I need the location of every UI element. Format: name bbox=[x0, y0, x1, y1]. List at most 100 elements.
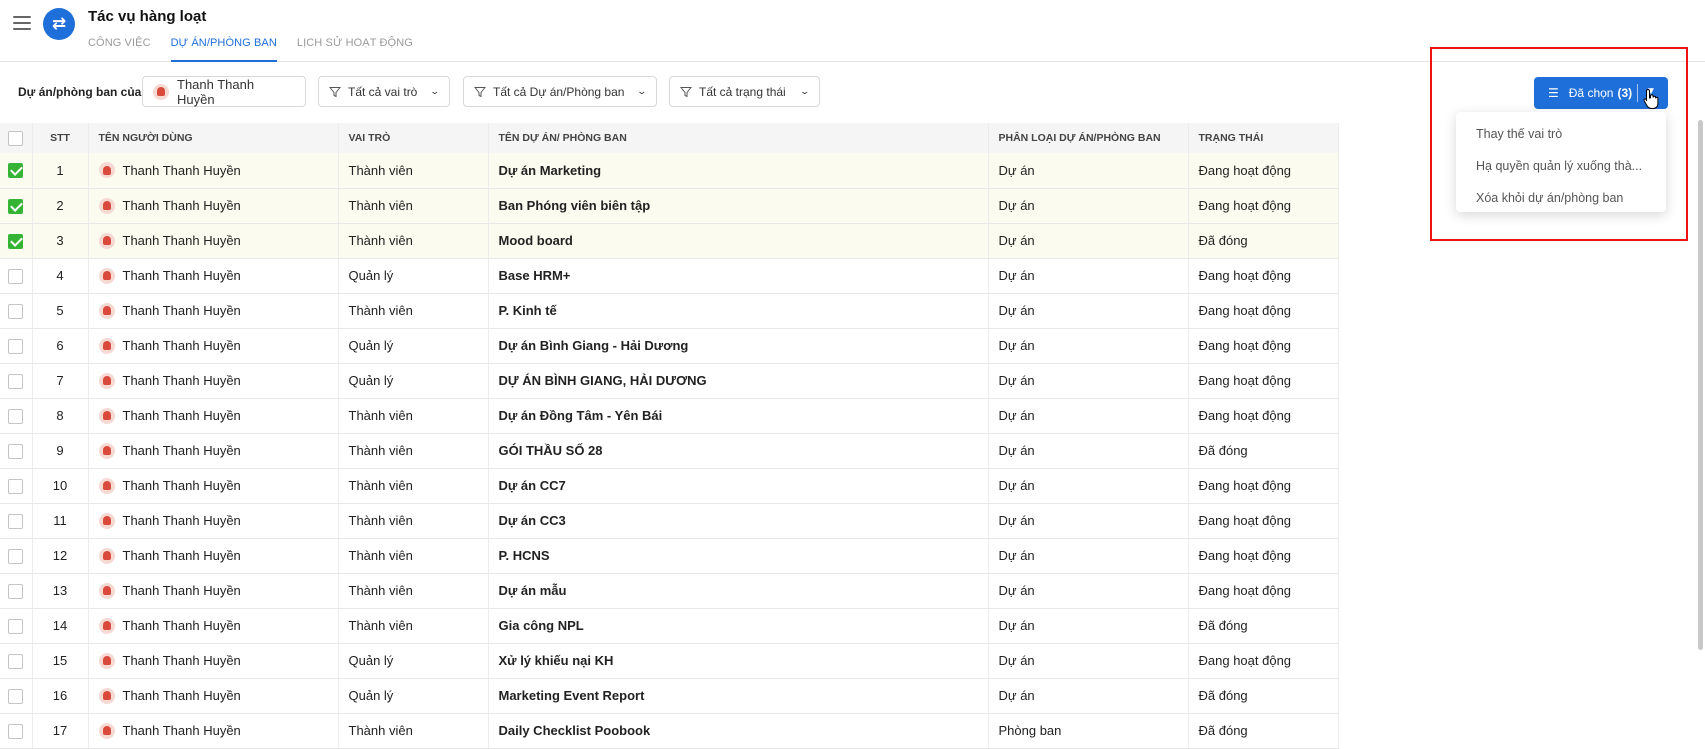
app-header: ⇄ Tác vụ hàng loạt CÔNG VIỆC DỰ ÁN/PHÒNG… bbox=[0, 0, 1705, 62]
cell-stt: 1 bbox=[32, 153, 89, 189]
role-filter-dropdown[interactable]: Tất cả vai trò ⌄ bbox=[318, 76, 450, 107]
row-checkbox[interactable] bbox=[8, 373, 24, 389]
cell-user: Thanh Thanh Huyền bbox=[88, 713, 339, 749]
user-filter[interactable]: Thanh Thanh Huyền bbox=[142, 76, 306, 107]
page-title: Tác vụ hàng loạt bbox=[88, 8, 207, 25]
tab-activity-history[interactable]: LỊCH SỬ HOẠT ĐỘNG bbox=[297, 37, 413, 62]
cell-type: Dự án bbox=[988, 433, 1189, 469]
cell-type: Dự án bbox=[988, 398, 1189, 434]
table-row[interactable]: 14 Thanh Thanh Huyền Thành viên Gia công NP… bbox=[0, 608, 1339, 644]
row-checkbox-cell[interactable] bbox=[0, 538, 33, 574]
cell-status: Đang hoạt động bbox=[1188, 258, 1339, 294]
row-checkbox[interactable] bbox=[8, 408, 24, 424]
table-row[interactable]: 7 Thanh Thanh Huyền Quản lý DỰ ÁN BÌNH GIAN… bbox=[0, 363, 1339, 399]
row-checkbox[interactable] bbox=[8, 163, 24, 179]
table-row[interactable]: 11 Thanh Thanh Huyền Thành viên Dự án CC3 Dự… bbox=[0, 503, 1339, 539]
row-checkbox-cell[interactable] bbox=[0, 363, 33, 399]
table-row[interactable]: 3 Thanh Thanh Huyền Thành viên Mood board Dự… bbox=[0, 223, 1339, 259]
cell-role: Quản lý bbox=[338, 678, 489, 714]
row-checkbox[interactable] bbox=[8, 268, 24, 284]
vertical-scrollbar[interactable] bbox=[1698, 120, 1703, 650]
row-checkbox-cell[interactable] bbox=[0, 643, 33, 679]
row-checkbox-cell[interactable] bbox=[0, 328, 33, 364]
cell-status: Đã đóng bbox=[1188, 223, 1339, 259]
cell-stt: 6 bbox=[32, 328, 89, 364]
row-checkbox[interactable] bbox=[8, 583, 24, 599]
table-row[interactable]: 1 Thanh Thanh Huyền Thành viên Dự án Market… bbox=[0, 153, 1339, 189]
avatar bbox=[98, 582, 115, 599]
row-checkbox-cell[interactable] bbox=[0, 153, 33, 189]
table-row[interactable]: 13 Thanh Thanh Huyền Thành viên Dự án mẫu Dự… bbox=[0, 573, 1339, 609]
table-row[interactable]: 15 Thanh Thanh Huyền Quản lý Xử lý khiếu nạ… bbox=[0, 643, 1339, 679]
table-row[interactable]: 5 Thanh Thanh Huyền Thành viên P. Kinh tế Dự… bbox=[0, 293, 1339, 329]
row-checkbox-cell[interactable] bbox=[0, 258, 33, 294]
cell-status: Đang hoạt động bbox=[1188, 643, 1339, 679]
row-checkbox[interactable] bbox=[8, 233, 24, 249]
project-filter-dropdown[interactable]: Tất cả Dự án/Phòng ban ⌄ bbox=[463, 76, 657, 107]
caret-down-icon[interactable]: ▼ bbox=[1646, 86, 1656, 97]
table-row[interactable]: 9 Thanh Thanh Huyền Thành viên GÓI THẦU SỐ … bbox=[0, 433, 1339, 469]
row-checkbox-cell[interactable] bbox=[0, 188, 33, 224]
cell-stt: 14 bbox=[32, 608, 89, 644]
row-checkbox-cell[interactable] bbox=[0, 608, 33, 644]
row-checkbox[interactable] bbox=[8, 443, 24, 459]
cell-role: Thành viên bbox=[338, 468, 489, 504]
row-checkbox-cell[interactable] bbox=[0, 573, 33, 609]
row-checkbox[interactable] bbox=[8, 723, 24, 739]
table-row[interactable]: 16 Thanh Thanh Huyền Quản lý Marketing Even… bbox=[0, 678, 1339, 714]
row-checkbox-cell[interactable] bbox=[0, 293, 33, 329]
row-checkbox-cell[interactable] bbox=[0, 503, 33, 539]
row-checkbox-cell[interactable] bbox=[0, 398, 33, 434]
table-row[interactable]: 8 Thanh Thanh Huyền Thành viên Dự án Đồng T… bbox=[0, 398, 1339, 434]
row-checkbox[interactable] bbox=[8, 303, 24, 319]
cell-user: Thanh Thanh Huyền bbox=[88, 188, 339, 224]
table-row[interactable]: 2 Thanh Thanh Huyền Thành viên Ban Phóng vi… bbox=[0, 188, 1339, 224]
status-filter-dropdown[interactable]: Tất cả trạng thái ⌄ bbox=[669, 76, 820, 107]
row-checkbox[interactable] bbox=[8, 198, 24, 214]
user-name: Thanh Thanh Huyền bbox=[122, 233, 241, 248]
row-checkbox-cell[interactable] bbox=[0, 713, 33, 749]
tab-tasks[interactable]: CÔNG VIỆC bbox=[88, 37, 151, 62]
table-row[interactable]: 10 Thanh Thanh Huyền Thành viên Dự án CC7 Dự… bbox=[0, 468, 1339, 504]
row-checkbox-cell[interactable] bbox=[0, 433, 33, 469]
cell-type: Dự án bbox=[988, 328, 1189, 364]
cell-project: Dự án mẫu bbox=[488, 573, 989, 609]
cell-project: Dự án CC3 bbox=[488, 503, 989, 539]
row-checkbox[interactable] bbox=[8, 688, 24, 704]
cell-role: Thành viên bbox=[338, 188, 489, 224]
header-role: VAI TRÒ bbox=[338, 123, 489, 153]
row-checkbox[interactable] bbox=[8, 338, 24, 354]
cell-stt: 3 bbox=[32, 223, 89, 259]
cell-type: Dự án bbox=[988, 258, 1189, 294]
cell-status: Đang hoạt động bbox=[1188, 468, 1339, 504]
menu-item-replace-role[interactable]: Thay thế vai trò bbox=[1456, 118, 1666, 150]
menu-item-remove-from-project[interactable]: Xóa khỏi dự án/phòng ban bbox=[1456, 182, 1666, 214]
row-checkbox-cell[interactable] bbox=[0, 678, 33, 714]
select-all-checkbox[interactable] bbox=[8, 130, 24, 146]
cell-project: DỰ ÁN BÌNH GIANG, HẢI DƯƠNG bbox=[488, 363, 989, 399]
table-row[interactable]: 12 Thanh Thanh Huyền Thành viên P. HCNS Dự á… bbox=[0, 538, 1339, 574]
cell-role: Thành viên bbox=[338, 713, 489, 749]
select-all-checkbox-cell[interactable] bbox=[0, 123, 33, 153]
cell-status: Đang hoạt động bbox=[1188, 363, 1339, 399]
selected-actions-button[interactable]: ☰ Đã chọn (3) ▼ bbox=[1534, 77, 1668, 109]
menu-item-demote-manager[interactable]: Hạ quyền quản lý xuống thà... bbox=[1456, 150, 1666, 182]
table-row[interactable]: 4 Thanh Thanh Huyền Quản lý Base HRM+ Dự án Đ… bbox=[0, 258, 1339, 294]
cell-user: Thanh Thanh Huyền bbox=[88, 328, 339, 364]
row-checkbox[interactable] bbox=[8, 513, 24, 529]
row-checkbox[interactable] bbox=[8, 618, 24, 634]
row-checkbox-cell[interactable] bbox=[0, 223, 33, 259]
tab-projects-departments[interactable]: DỰ ÁN/PHÒNG BAN bbox=[170, 37, 277, 62]
row-checkbox[interactable] bbox=[8, 653, 24, 669]
filter-icon bbox=[329, 86, 341, 97]
avatar bbox=[98, 652, 115, 669]
cell-user: Thanh Thanh Huyền bbox=[88, 398, 339, 434]
hamburger-menu-icon[interactable] bbox=[13, 16, 31, 30]
table-row[interactable]: 6 Thanh Thanh Huyền Quản lý Dự án Bình Gian… bbox=[0, 328, 1339, 364]
cell-type: Dự án bbox=[988, 573, 1189, 609]
row-checkbox[interactable] bbox=[8, 478, 24, 494]
row-checkbox-cell[interactable] bbox=[0, 468, 33, 504]
cell-status: Đang hoạt động bbox=[1188, 573, 1339, 609]
row-checkbox[interactable] bbox=[8, 548, 24, 564]
table-row[interactable]: 17 Thanh Thanh Huyền Thành viên Daily Check… bbox=[0, 713, 1339, 749]
